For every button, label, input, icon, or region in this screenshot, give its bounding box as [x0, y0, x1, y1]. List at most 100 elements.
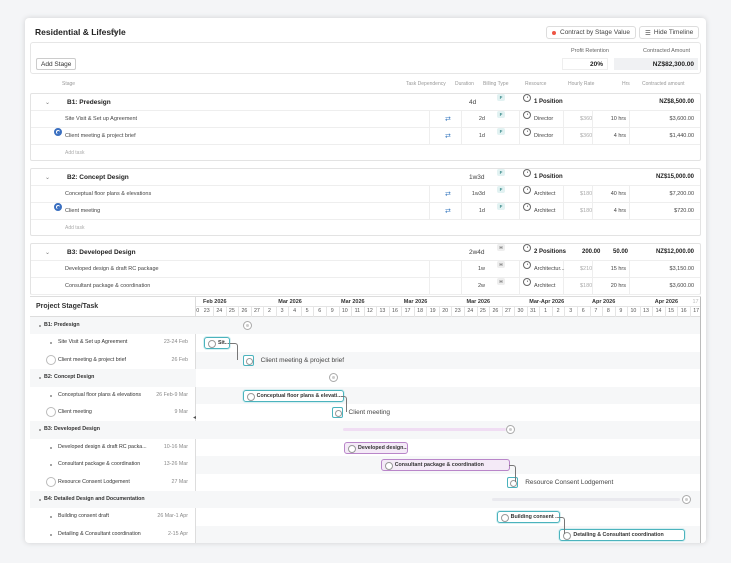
pencil-icon[interactable]: ✎	[111, 27, 118, 36]
task-row[interactable]: Developed design & draft RC package 1w H ◔ A…	[31, 261, 700, 278]
add-task-row[interactable]: Add task	[31, 145, 700, 160]
task-rate: $360	[580, 116, 593, 122]
task-amount: $720.00	[674, 208, 694, 214]
gantt-list-row[interactable]: B2: Concept Design	[30, 369, 196, 387]
resource-avatar-icon: ◔	[523, 278, 531, 286]
stage-name: B3: Developed Design	[67, 248, 136, 256]
gantt-task-bar[interactable]: Consultant package & coordination	[380, 459, 510, 472]
gantt-row-name: Client meeting & project brief	[58, 356, 127, 363]
gantt-row-name: B2: Concept Design	[44, 374, 95, 381]
task-resource: Architectur...	[534, 266, 565, 272]
stage-row[interactable]: ⌄ B2: Concept Design 1w3d F ◔ 1 Position NZ$15…	[31, 169, 700, 186]
gantt-list-row[interactable]: Developed design & draft RC packa... 10-1…	[30, 439, 196, 456]
profit-retention-input[interactable]: 20%	[562, 58, 608, 70]
contract-by-stage-button[interactable]: Contract by Stage Value	[546, 26, 636, 39]
milestone-radio-icon[interactable]	[54, 203, 62, 211]
column-divider	[563, 128, 564, 144]
gantt-task-bar[interactable]: Detailing & Consultant coordination	[559, 528, 686, 541]
bullet-icon	[50, 342, 52, 345]
bullet-icon	[39, 429, 41, 432]
day-label: 14	[655, 308, 662, 314]
task-rate: $210	[580, 266, 593, 272]
stage-row[interactable]: ⌄ B3: Developed Design 2w4d H ◔ 2 Positions 20…	[31, 244, 700, 261]
gantt-list-row[interactable]: Site Visit & Set up Agreement 23-24 Feb	[30, 334, 196, 351]
stage-summary-bar[interactable]	[491, 498, 680, 501]
gantt-list-row[interactable]: B3: Developed Design	[30, 421, 196, 439]
resource-avatar-icon: ◔	[523, 244, 531, 252]
dependency-link-icon[interactable]: ⇄	[445, 203, 451, 219]
column-divider	[429, 261, 430, 277]
column-divider	[461, 128, 462, 144]
stage-end-marker[interactable]	[242, 321, 252, 330]
stage-resource: 2 Positions	[534, 249, 567, 255]
add-task-link[interactable]: Add task	[65, 145, 84, 160]
milestone-label[interactable]: Client meeting	[349, 409, 391, 416]
dependency-link-icon[interactable]: ⇄	[445, 186, 451, 202]
gantt-list-row[interactable]: Detailing & Consultant coordination 2-15 …	[30, 526, 196, 543]
task-duration: 1d	[478, 208, 485, 214]
month-label: Mar 2026	[403, 299, 428, 305]
task-row[interactable]: Consultant package & coordination 2w H ◔ Arc…	[31, 278, 700, 295]
stage-duration: 1w3d	[469, 173, 485, 181]
hide-timeline-button[interactable]: ☰ Hide Timeline	[639, 26, 700, 39]
stage-row[interactable]: ⌄ B1: Predesign 4d F ◔ 1 Position NZ$8,500.00	[31, 94, 700, 111]
chevron-down-icon[interactable]: ⌄	[45, 94, 50, 110]
gantt-list-row[interactable]: Consultant package & coordination 13-26 M…	[30, 456, 196, 473]
add-task-row[interactable]: Add task	[31, 220, 700, 235]
chevron-down-icon[interactable]: ⌄	[45, 169, 50, 185]
milestone-radio-icon[interactable]	[54, 128, 62, 136]
gantt-task-list: Project Stage/Task B1: Predesign Site Vis…	[30, 297, 196, 543]
bullet-icon	[50, 394, 52, 397]
task-resource: Director	[534, 133, 554, 139]
gantt-row-date: 10-16 Mar	[163, 443, 188, 450]
gantt-task-bar[interactable]: Developed design...	[344, 441, 409, 454]
task-hrs: 15 hrs	[610, 266, 626, 272]
gantt-task-bar[interactable]: Sit...	[204, 337, 230, 350]
gantt-list-row[interactable]: Client meeting 9 Mar	[30, 404, 196, 421]
task-row[interactable]: Client meeting ⇄ 1d F ◔ Architect $180 4 hrs $72…	[31, 203, 700, 220]
resource-avatar-icon: ◔	[523, 261, 531, 269]
day-label: 5	[305, 308, 309, 314]
resource-avatar-icon: ◔	[523, 186, 531, 194]
gantt-task-bar[interactable]: Building consent ...	[496, 511, 560, 524]
gantt-row-date: 2-15 Apr	[167, 530, 188, 537]
gantt-list-row[interactable]: B4: Detailed Design and Documentation	[30, 491, 196, 509]
billing-badge: H	[497, 244, 505, 251]
dependency-link-icon[interactable]: ⇄	[445, 128, 451, 144]
gantt-list-row[interactable]: Resource Consent Lodgement 27 Mar	[30, 474, 196, 491]
bullet-icon	[39, 377, 41, 380]
day-label: 27	[504, 308, 511, 314]
task-hrs: 10 hrs	[610, 116, 626, 122]
day-label: 23	[454, 308, 461, 314]
day-label: 11	[354, 308, 361, 314]
day-label: 31	[530, 308, 536, 314]
task-row[interactable]: Client meeting & project brief ⇄ 1d F ◔ Direc…	[31, 128, 700, 145]
day-label: 2	[556, 308, 560, 314]
task-hrs: 4 hrs	[613, 208, 626, 214]
task-row[interactable]: Conceptual floor plans & elevations ⇄ 1w3d…	[31, 186, 700, 203]
milestone-label[interactable]: Resource Consent Lodgement	[525, 479, 613, 486]
chevron-down-icon[interactable]: ⌄	[45, 244, 50, 260]
gantt-list-row[interactable]: Client meeting & project brief 26 Feb	[30, 352, 196, 369]
stage-end-marker[interactable]	[328, 373, 338, 383]
gantt-task-bar[interactable]: Conceptual floor plans & elevati...	[242, 389, 344, 402]
gantt-list-row[interactable]: Building consent draft 26 Mar-1 Apr	[30, 508, 196, 525]
gantt-timeline-row	[196, 334, 701, 351]
gantt-list-row[interactable]: B1: Predesign	[30, 317, 196, 335]
add-task-link[interactable]: Add task	[65, 220, 84, 235]
gantt-timeline-row	[196, 508, 701, 525]
milestone-label[interactable]: Client meeting & project brief	[261, 357, 344, 364]
gantt-list-row[interactable]: Conceptual floor plans & elevations 26 Fe…	[30, 387, 196, 404]
add-stage-button[interactable]: Add Stage	[36, 58, 77, 70]
gantt-row-date: 9 Mar	[174, 409, 188, 415]
milestone-marker[interactable]	[242, 354, 254, 366]
stage-end-marker[interactable]	[681, 495, 691, 504]
column-divider	[461, 111, 462, 127]
dependency-link-icon[interactable]: ⇄	[445, 111, 451, 127]
gantt-timeline-row	[196, 317, 701, 335]
day-label: 25	[479, 308, 486, 314]
task-rate: $360	[580, 133, 593, 139]
gantt-row-name: Client meeting	[58, 409, 92, 415]
task-row[interactable]: Site Visit & Set up Agreement ⇄ 2d F ◔ Direct…	[31, 111, 700, 128]
stage-summary-bar[interactable]	[343, 428, 507, 432]
